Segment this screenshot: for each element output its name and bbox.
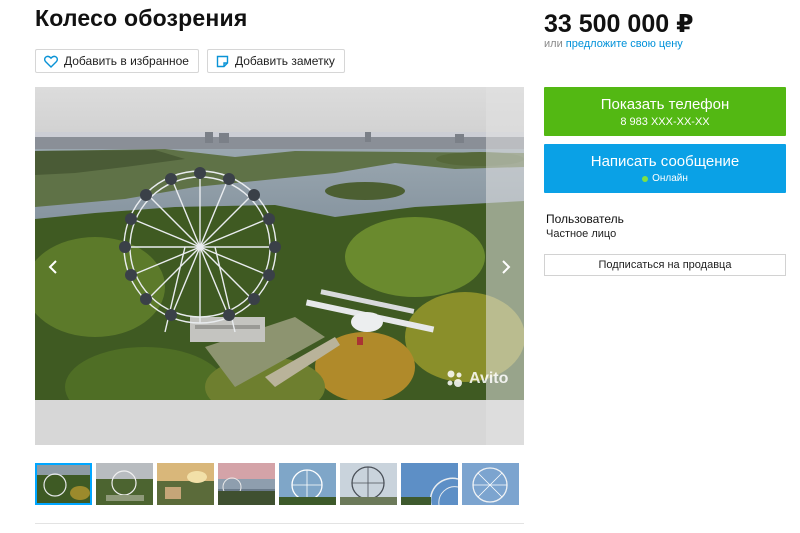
main-photo xyxy=(35,87,524,445)
section-divider xyxy=(35,523,524,524)
show-phone-button[interactable]: Показать телефон 8 983 XXX-XX-XX xyxy=(544,87,786,136)
masked-phone-number: 8 983 XXX-XX-XX xyxy=(620,116,710,128)
add-to-favorites-button[interactable]: Добавить в избранное xyxy=(35,49,199,73)
online-status: Онлайн xyxy=(544,173,786,184)
price-or-text: или xyxy=(544,38,563,50)
watermark-text: Avito xyxy=(469,370,509,387)
chevron-right-icon xyxy=(502,260,511,274)
thumbnail[interactable] xyxy=(96,463,153,505)
thumbnail[interactable] xyxy=(157,463,214,505)
write-message-label: Написать сообщение xyxy=(590,153,740,170)
add-note-label: Добавить заметку xyxy=(234,54,335,68)
avito-logo-icon xyxy=(447,370,462,387)
gallery-top-band xyxy=(35,87,524,132)
seller-name[interactable]: Пользователь xyxy=(546,212,624,226)
heart-icon xyxy=(44,55,58,68)
note-icon xyxy=(216,55,229,68)
chevron-left-icon xyxy=(48,260,57,274)
offer-price-link[interactable]: предложите свою цену xyxy=(566,38,683,50)
thumbnail[interactable] xyxy=(340,463,397,505)
seller-type: Частное лицо xyxy=(546,228,617,240)
avito-watermark: Avito xyxy=(445,369,508,389)
price: 33 500 000 ₽ xyxy=(544,10,694,38)
listing-title: Колесо обозрения xyxy=(35,5,248,31)
write-message-button[interactable]: Написать сообщение Онлайн xyxy=(544,144,786,193)
online-status-text: Онлайн xyxy=(652,173,688,184)
subscribe-seller-button[interactable]: Подписаться на продавца xyxy=(544,254,786,276)
thumbnail[interactable] xyxy=(401,463,458,505)
thumbnail[interactable] xyxy=(279,463,336,505)
thumbnail[interactable] xyxy=(35,463,92,505)
thumbnail[interactable] xyxy=(218,463,275,505)
online-dot-icon xyxy=(642,175,649,182)
show-phone-label: Показать телефон xyxy=(600,96,730,113)
add-to-favorites-label: Добавить в избранное xyxy=(64,54,189,68)
thumbnail[interactable] xyxy=(462,463,519,505)
gallery-bottom-band xyxy=(35,400,524,445)
listing-actions: Добавить в избранное Добавить заметку xyxy=(35,49,345,73)
gallery-next-button[interactable] xyxy=(496,257,516,277)
photo-gallery[interactable]: Avito xyxy=(35,87,524,445)
thumbnail-strip xyxy=(35,463,519,505)
add-note-button[interactable]: Добавить заметку xyxy=(206,49,345,73)
gallery-prev-button[interactable] xyxy=(43,257,63,277)
price-offer-line: или предложите свою цену xyxy=(544,38,683,50)
